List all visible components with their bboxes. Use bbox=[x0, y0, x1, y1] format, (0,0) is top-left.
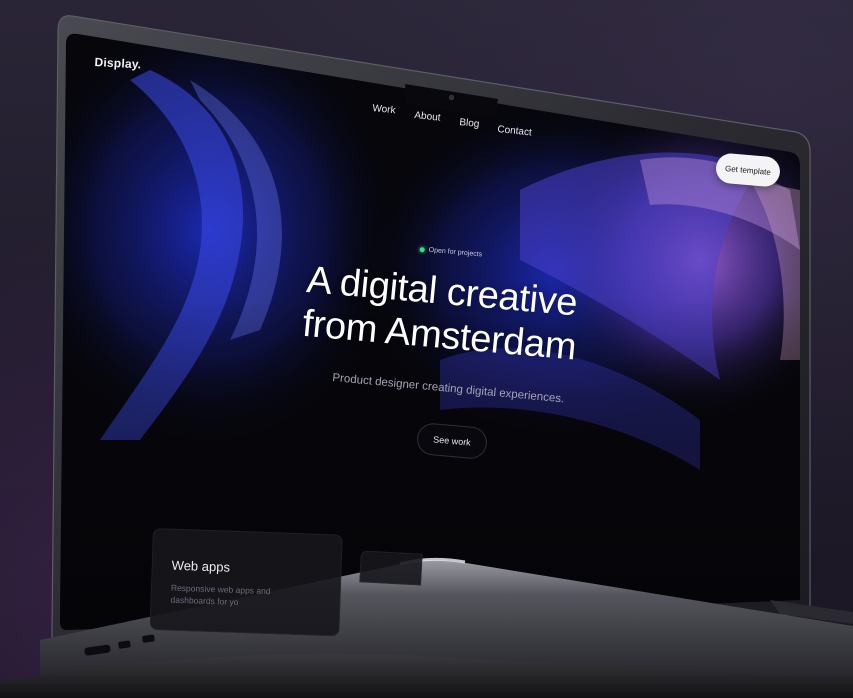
product-mockup-scene: Display. Work About Blog Contact Get tem… bbox=[0, 0, 853, 698]
status-dot-icon bbox=[419, 246, 425, 253]
laptop-device: Display. Work About Blog Contact Get tem… bbox=[0, 0, 853, 698]
nav-link-blog[interactable]: Blog bbox=[459, 117, 480, 130]
camera-icon bbox=[449, 95, 454, 100]
see-work-button[interactable]: See work bbox=[415, 422, 489, 460]
service-card-partial[interactable] bbox=[359, 550, 423, 586]
site-logo[interactable]: Display. bbox=[94, 55, 141, 71]
nav-link-work[interactable]: Work bbox=[372, 103, 396, 116]
get-template-button[interactable]: Get template bbox=[714, 152, 782, 188]
service-card-web-apps[interactable]: Web apps Responsive web apps and dashboa… bbox=[149, 528, 343, 637]
card-title: Web apps bbox=[171, 557, 231, 575]
card-description: Responsive web apps and dashboards for y… bbox=[170, 582, 271, 608]
